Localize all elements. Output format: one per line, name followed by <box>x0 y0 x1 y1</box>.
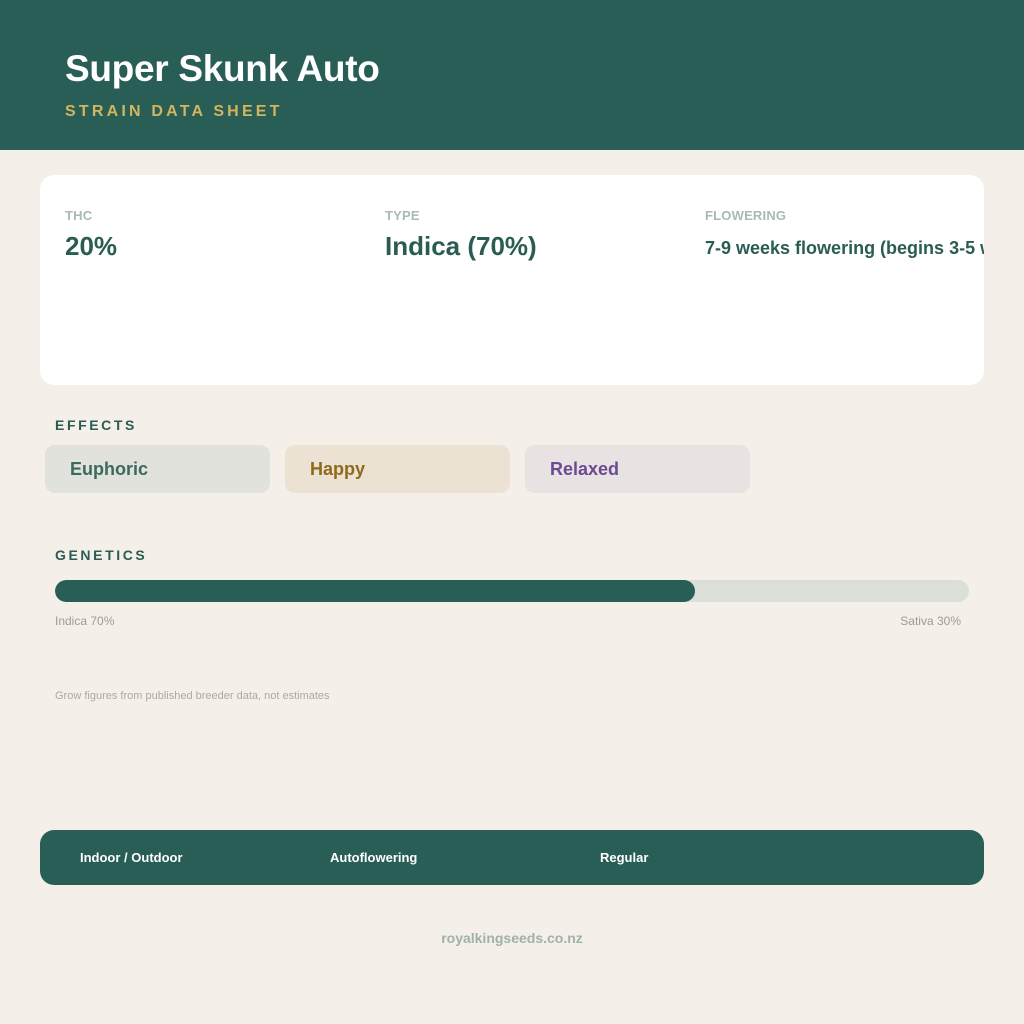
footnote: Grow figures from published breeder data… <box>55 690 330 702</box>
genetics-bar <box>55 580 969 602</box>
effect-pill-relaxed: Relaxed <box>525 445 750 493</box>
indica-label: Indica 70% <box>55 614 115 628</box>
footer-item-seed-type: Regular <box>600 850 649 865</box>
page-title: Super Skunk Auto <box>65 48 380 89</box>
stat-label: THC <box>65 208 93 223</box>
effects-title: EFFECTS <box>55 417 137 433</box>
page-subtitle: STRAIN DATA SHEET <box>65 103 283 120</box>
stat-value: 20% <box>65 231 118 261</box>
stat-value: Indica (70%) <box>385 231 537 261</box>
stat-label: TYPE <box>385 208 420 223</box>
header-banner: Super Skunk Auto STRAIN DATA SHEET <box>0 0 1024 150</box>
stat-value: 7-9 weeks flowering (begins 3-5 weeks <box>705 238 984 258</box>
footer-item-flowering-type: Autoflowering <box>330 850 418 865</box>
sativa-label: Sativa 30% <box>900 614 961 628</box>
website-link[interactable]: royalkingseeds.co.nz <box>0 930 1024 946</box>
effect-pill-happy: Happy <box>285 445 510 493</box>
genetics-bar-indica-fill <box>55 580 695 602</box>
effect-pill-euphoric: Euphoric <box>45 445 270 493</box>
footer-item-environment: Indoor / Outdoor <box>80 850 183 865</box>
footer-bar: Indoor / Outdoor Autoflowering Regular <box>40 830 984 885</box>
stats-card: THC 20% TYPE Indica (70%) FLOWERING 7-9 … <box>40 175 984 385</box>
stat-label: FLOWERING <box>705 208 787 223</box>
strain-data-sheet: Super Skunk Auto STRAIN DATA SHEET THC 2… <box>0 0 1024 1024</box>
genetics-title: GENETICS <box>55 547 148 563</box>
